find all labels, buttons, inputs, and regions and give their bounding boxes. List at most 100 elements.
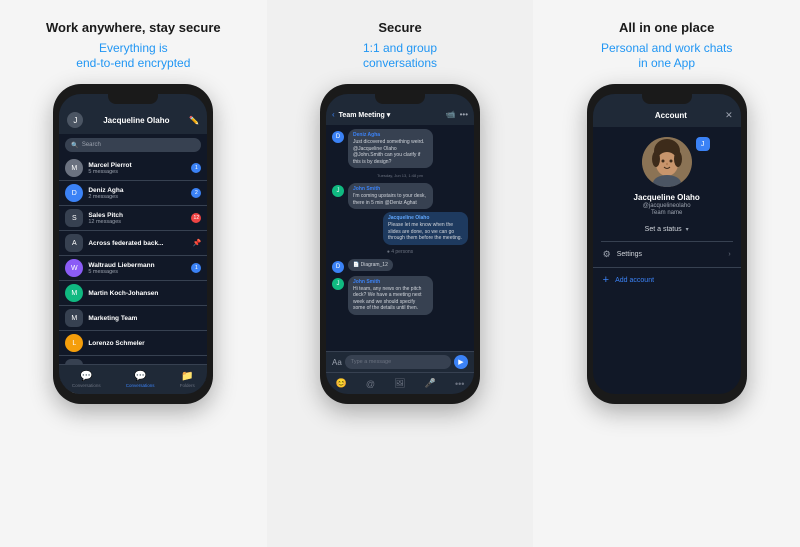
list-item[interactable]: S Sales Pitch 12 messages 12 [59, 206, 207, 231]
conversations-icon: 💬 [80, 371, 92, 382]
avatar: M [65, 159, 83, 177]
phone1-conv-list: M Marcel Pierrot 5 messages 1 D Deniz Ag… [59, 156, 207, 394]
chevron-down-icon: ▾ [686, 226, 689, 233]
profile-avatar-container: J [642, 137, 692, 187]
user-handle: @jacquelineolaho [643, 203, 691, 209]
conv-msg: 2 messages [88, 194, 186, 200]
chat-bubble: 📄 Diagram_12 [348, 259, 393, 272]
phone2-screen: ‹ Team Meeting ▾ 📹 ••• D Deniz Agha [326, 94, 474, 394]
phone1-user-avatar: J [67, 112, 83, 128]
video-icon[interactable]: 📹 [446, 110, 456, 119]
pin-icon: 📌 [193, 239, 202, 247]
phone1-edit-icon[interactable]: ✏️ [189, 116, 199, 125]
phone2-bottom-icons: 😊 @ 🖼 🎤 ••• [326, 372, 474, 394]
settings-label: Settings [617, 251, 723, 258]
panel2-title: Secure [378, 20, 421, 37]
message-input[interactable]: Type a message [345, 355, 451, 369]
chat-bubble: John Smith Hi team, any news on the pitc… [348, 276, 433, 315]
chat-text: Hi team, any news on the pitch deck? We … [353, 286, 428, 312]
list-item[interactable]: W Waltraud Liebermann 5 messages 1 [59, 256, 207, 281]
more-options-icon[interactable]: ••• [455, 379, 464, 389]
conv-name: Martin Koch-Johansen [88, 290, 201, 297]
avatar: D [332, 261, 344, 273]
close-icon[interactable]: ✕ [725, 110, 733, 121]
image-icon[interactable]: 🖼 [394, 378, 405, 389]
settings-menu-item[interactable]: ⚙ Settings › [593, 242, 741, 268]
chat-message: J John Smith Hi team, any news on the pi… [332, 276, 468, 315]
chevron-right-icon: › [728, 251, 730, 258]
avatar: S [65, 209, 83, 227]
add-account-item[interactable]: + Add account [593, 268, 741, 293]
conv-name: Marcel Pierrot [88, 162, 186, 169]
tab-conversations-active[interactable]: 💬 Conversations [126, 371, 155, 388]
conv-msg: 5 messages [88, 169, 186, 175]
conv-badge: 2 [191, 188, 201, 198]
phone1-notch [108, 94, 158, 104]
conv-name: Marketing Team [88, 315, 201, 322]
status-badge: J [696, 137, 710, 151]
phone2-notch [375, 94, 425, 104]
list-item[interactable]: M Martin Koch-Johansen [59, 281, 207, 306]
avatar: W [65, 259, 83, 277]
avatar: D [65, 184, 83, 202]
team-name: Team name [651, 210, 682, 216]
conv-info: Sales Pitch 12 messages [88, 212, 186, 225]
back-icon[interactable]: ‹ [332, 110, 335, 119]
profile-image [642, 137, 692, 187]
conv-info: Across federated back... [88, 240, 187, 247]
emoji-icon[interactable]: 😊 [336, 378, 347, 389]
conv-badge: 1 [191, 263, 201, 273]
folders-icon: 📁 [181, 371, 193, 382]
search-icon: 🔍 [71, 142, 78, 149]
account-title: Account [655, 111, 687, 120]
avatar: A [65, 234, 83, 252]
chat-bubble: John Smith I'm coming upstairs to your d… [348, 183, 433, 209]
phone1-search[interactable]: 🔍 Search [65, 138, 201, 152]
panel-secure: Secure 1:1 and groupconversations ‹ Team… [267, 0, 534, 547]
conv-info: Waltraud Liebermann 5 messages [88, 262, 186, 275]
chat-sender: Deniz Agha [353, 132, 428, 138]
chat-body: D Deniz Agha Just dicovered something we… [326, 125, 474, 319]
panel1-subtitle: Everything isend-to-end encrypted [76, 41, 190, 72]
at-icon[interactable]: @ [366, 379, 375, 389]
chat-sender: John Smith [353, 186, 428, 192]
list-item[interactable]: A Across federated back... 📌 [59, 231, 207, 256]
chat-text: I'm coming upstairs to your desk, there … [353, 193, 428, 206]
send-button[interactable]: ▶ [454, 355, 468, 369]
conv-msg: 12 messages [88, 219, 186, 225]
conversations-active-icon: 💬 [134, 371, 146, 382]
tab-conversations-inactive[interactable]: 💬 Conversations [72, 371, 101, 388]
list-item[interactable]: L Lorenzo Schmeler [59, 331, 207, 356]
mic-icon[interactable]: 🎤 [425, 378, 436, 389]
phone3: Account ✕ [587, 84, 747, 404]
conv-name: Lorenzo Schmeler [88, 340, 201, 347]
more-icon[interactable]: ••• [460, 110, 468, 119]
search-placeholder: Search [82, 142, 101, 148]
list-item[interactable]: M Marketing Team [59, 306, 207, 331]
list-item[interactable]: M Marcel Pierrot 5 messages 1 [59, 156, 207, 181]
phone2-action-icons: 📹 ••• [446, 110, 468, 119]
chat-sender: John Smith [353, 279, 428, 285]
tab-label: Folders [180, 383, 195, 388]
settings-icon: ⚙ [603, 249, 611, 260]
chat-message-file: D 📄 Diagram_12 [332, 259, 468, 273]
conv-badge: 1 [191, 163, 201, 173]
panel3-subtitle: Personal and work chatsin one App [601, 41, 732, 72]
chat-message: J John Smith I'm coming upstairs to your… [332, 183, 468, 209]
conv-info: Martin Koch-Johansen [88, 290, 201, 297]
panel-work-anywhere: Work anywhere, stay secure Everything is… [0, 0, 267, 547]
avatar: M [65, 309, 83, 327]
list-item[interactable]: D Deniz Agha 2 messages 2 [59, 181, 207, 206]
phone1-header-title: Jacqueline Olaho [103, 116, 169, 125]
status-section[interactable]: Set a status ▾ [593, 226, 741, 233]
phone1-tabs: 💬 Conversations 💬 Conversations 📁 Folder… [59, 364, 207, 394]
tab-folders[interactable]: 📁 Folders [180, 371, 195, 388]
conv-name: Across federated back... [88, 240, 187, 247]
panel2-subtitle: 1:1 and groupconversations [363, 41, 437, 72]
chat-message: D Deniz Agha Just dicovered something we… [332, 129, 468, 168]
attach-icon[interactable]: Aa [332, 358, 342, 367]
conv-name: Sales Pitch [88, 212, 186, 219]
avatar: M [65, 284, 83, 302]
phone1-screen: J Jacqueline Olaho ✏️ 🔍 Search M Marcel … [59, 94, 207, 394]
add-account-label: Add account [615, 277, 654, 284]
